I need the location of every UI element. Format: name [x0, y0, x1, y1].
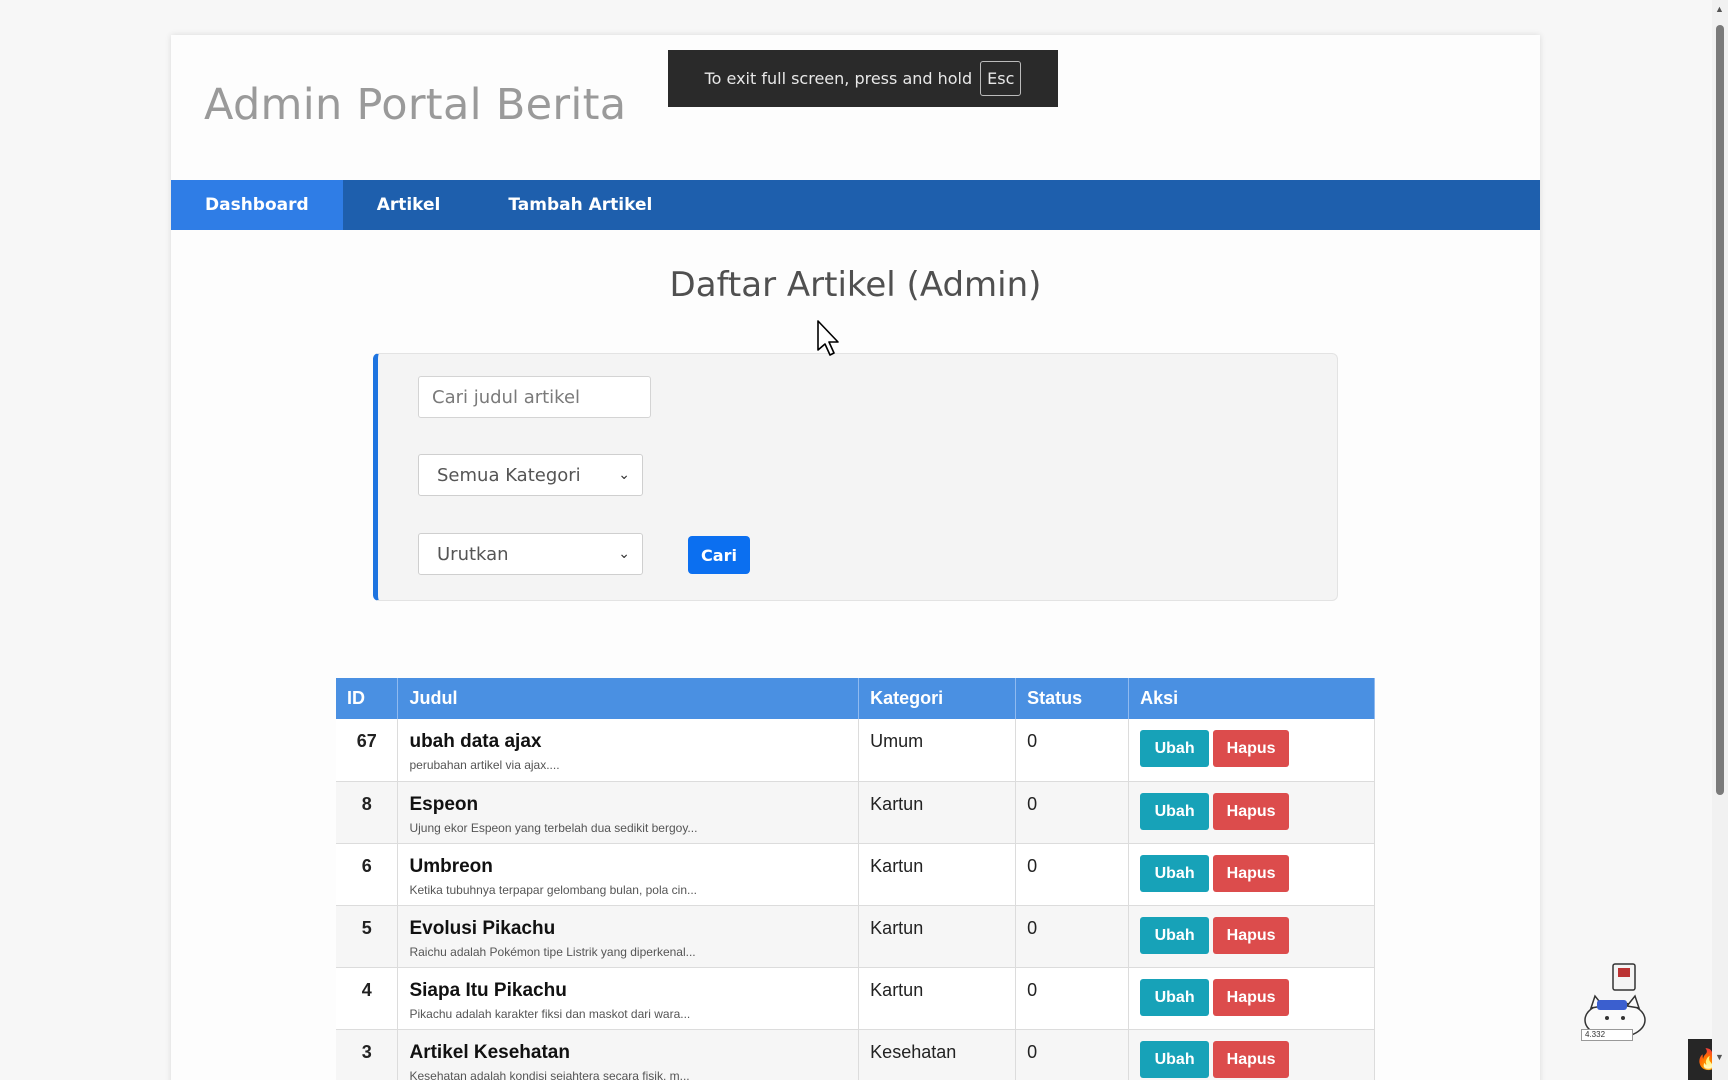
row-actions: Ubah Hapus	[1128, 1029, 1375, 1080]
row-status: 0	[1015, 843, 1130, 906]
row-id: 5	[336, 905, 399, 968]
row-title-cell: Evolusi Pikachu Raichu adalah Pokémon tip…	[397, 905, 860, 968]
row-title-cell: Espeon Ujung ekor Espeon yang terbelah du…	[397, 781, 860, 844]
chevron-down-icon: ⌄	[618, 467, 630, 483]
delete-button[interactable]: Hapus	[1213, 730, 1290, 767]
row-title: Artikel Kesehatan	[409, 1041, 570, 1063]
site-title: Admin Portal Berita	[204, 80, 627, 130]
category-select[interactable]: Semua Kategori ⌄	[418, 454, 643, 496]
row-status: 0	[1015, 781, 1130, 844]
column-header-judul: Judul	[397, 678, 860, 719]
row-status: 0	[1015, 719, 1130, 782]
mouse-cursor-icon	[817, 320, 839, 356]
widget-counter: 4.332	[1581, 1029, 1633, 1041]
edit-button[interactable]: Ubah	[1140, 854, 1210, 892]
edit-button[interactable]: Ubah	[1140, 978, 1210, 1016]
row-title-cell: ubah data ajax perubahan artikel via ajax…	[397, 719, 860, 782]
scroll-down-arrow-icon[interactable]: ▼	[1715, 1052, 1724, 1062]
main-navbar: Dashboard Artikel Tambah Artikel	[171, 180, 1540, 230]
row-id: 8	[336, 781, 399, 844]
nav-item-tambah-artikel[interactable]: Tambah Artikel	[474, 180, 686, 230]
sort-select-value: Urutkan	[437, 543, 509, 565]
column-header-id: ID	[336, 678, 399, 719]
row-id: 4	[336, 967, 399, 1030]
row-title-cell: Artikel Kesehatan Kesehatan adalah kondis…	[397, 1029, 860, 1080]
table-row: 5 Evolusi Pikachu Raichu adalah Pokémon t…	[336, 905, 1375, 968]
edit-button[interactable]: Ubah	[1140, 730, 1210, 767]
row-title: ubah data ajax	[409, 731, 542, 752]
row-excerpt: Pikachu adalah karakter fiksi dan maskot…	[409, 1006, 691, 1021]
edit-button[interactable]: Ubah	[1140, 792, 1210, 830]
column-header-kategori: Kategori	[858, 678, 1017, 719]
row-title: Evolusi Pikachu	[409, 917, 556, 939]
delete-button[interactable]: Hapus	[1213, 978, 1290, 1016]
sort-select[interactable]: Urutkan ⌄	[418, 533, 643, 575]
delete-button[interactable]: Hapus	[1213, 916, 1290, 954]
row-category: Kartun	[858, 843, 1017, 906]
row-category: Kartun	[858, 967, 1017, 1030]
table-header-row: ID Judul Kategori Status Aksi	[336, 678, 1375, 719]
row-excerpt: Kesehatan adalah kondisi sejahtera secar…	[409, 1068, 690, 1080]
table-row: 3 Artikel Kesehatan Kesehatan adalah kond…	[336, 1029, 1375, 1080]
row-excerpt: Raichu adalah Pokémon tipe Listrik yang …	[409, 944, 696, 959]
row-actions: Ubah Hapus	[1128, 843, 1375, 906]
row-id: 6	[336, 843, 399, 906]
column-header-aksi: Aksi	[1128, 678, 1375, 719]
toast-text: To exit full screen, press and hold	[704, 69, 973, 88]
esc-key-hint: Esc	[980, 61, 1022, 96]
row-status: 0	[1015, 967, 1130, 1030]
table-row: 6 Umbreon Ketika tubuhnya terpapar gelomb…	[336, 843, 1375, 906]
row-id: 3	[336, 1029, 399, 1080]
page-scrollbar[interactable]: ▲ ▼	[1712, 0, 1728, 1080]
nav-item-dashboard[interactable]: Dashboard	[171, 180, 343, 230]
filter-card: Semua Kategori ⌄ Urutkan ⌄ Cari	[373, 353, 1338, 601]
row-category: Kartun	[858, 781, 1017, 844]
articles-table: ID Judul Kategori Status Aksi 67 ubah da…	[336, 678, 1375, 1080]
table-row: 8 Espeon Ujung ekor Espeon yang terbelah …	[336, 781, 1375, 844]
row-title: Espeon	[409, 793, 479, 815]
edit-button[interactable]: Ubah	[1140, 1040, 1210, 1078]
row-category: Umum	[858, 719, 1017, 782]
row-excerpt: perubahan artikel via ajax....	[409, 758, 560, 772]
row-title: Siapa Itu Pikachu	[409, 979, 567, 1001]
category-select-value: Semua Kategori	[437, 464, 581, 486]
row-title: Umbreon	[409, 855, 493, 877]
search-button[interactable]: Cari	[688, 536, 750, 574]
page-heading: Daftar Artikel (Admin)	[669, 265, 1042, 305]
row-actions: Ubah Hapus	[1128, 967, 1375, 1030]
delete-button[interactable]: Hapus	[1213, 1040, 1290, 1078]
fullscreen-exit-toast: To exit full screen, press and hold Esc	[668, 50, 1058, 107]
row-actions: Ubah Hapus	[1128, 905, 1375, 968]
row-category: Kartun	[858, 905, 1017, 968]
scrollbar-thumb[interactable]	[1716, 25, 1724, 795]
nav-item-artikel[interactable]: Artikel	[343, 180, 475, 230]
row-actions: Ubah Hapus	[1128, 781, 1375, 844]
table-row: 67 ubah data ajax perubahan artikel via a…	[336, 719, 1375, 782]
row-title-cell: Umbreon Ketika tubuhnya terpapar gelomban…	[397, 843, 860, 906]
row-actions: Ubah Hapus	[1128, 719, 1375, 782]
scroll-up-arrow-icon[interactable]: ▲	[1715, 4, 1724, 14]
row-category: Kesehatan	[858, 1029, 1017, 1080]
delete-button[interactable]: Hapus	[1213, 854, 1290, 892]
column-header-status: Status	[1015, 678, 1130, 719]
chevron-down-icon: ⌄	[618, 546, 630, 562]
row-excerpt: Ujung ekor Espeon yang terbelah dua sedi…	[409, 820, 698, 835]
table-row: 4 Siapa Itu Pikachu Pikachu adalah karakt…	[336, 967, 1375, 1030]
edit-button[interactable]: Ubah	[1140, 916, 1210, 954]
row-status: 0	[1015, 905, 1130, 968]
delete-button[interactable]: Hapus	[1213, 792, 1290, 830]
row-title-cell: Siapa Itu Pikachu Pikachu adalah karakter…	[397, 967, 860, 1030]
row-id: 67	[336, 719, 399, 782]
search-input[interactable]	[418, 376, 651, 418]
row-excerpt: Ketika tubuhnya terpapar gelombang bulan…	[409, 882, 697, 897]
row-status: 0	[1015, 1029, 1130, 1080]
